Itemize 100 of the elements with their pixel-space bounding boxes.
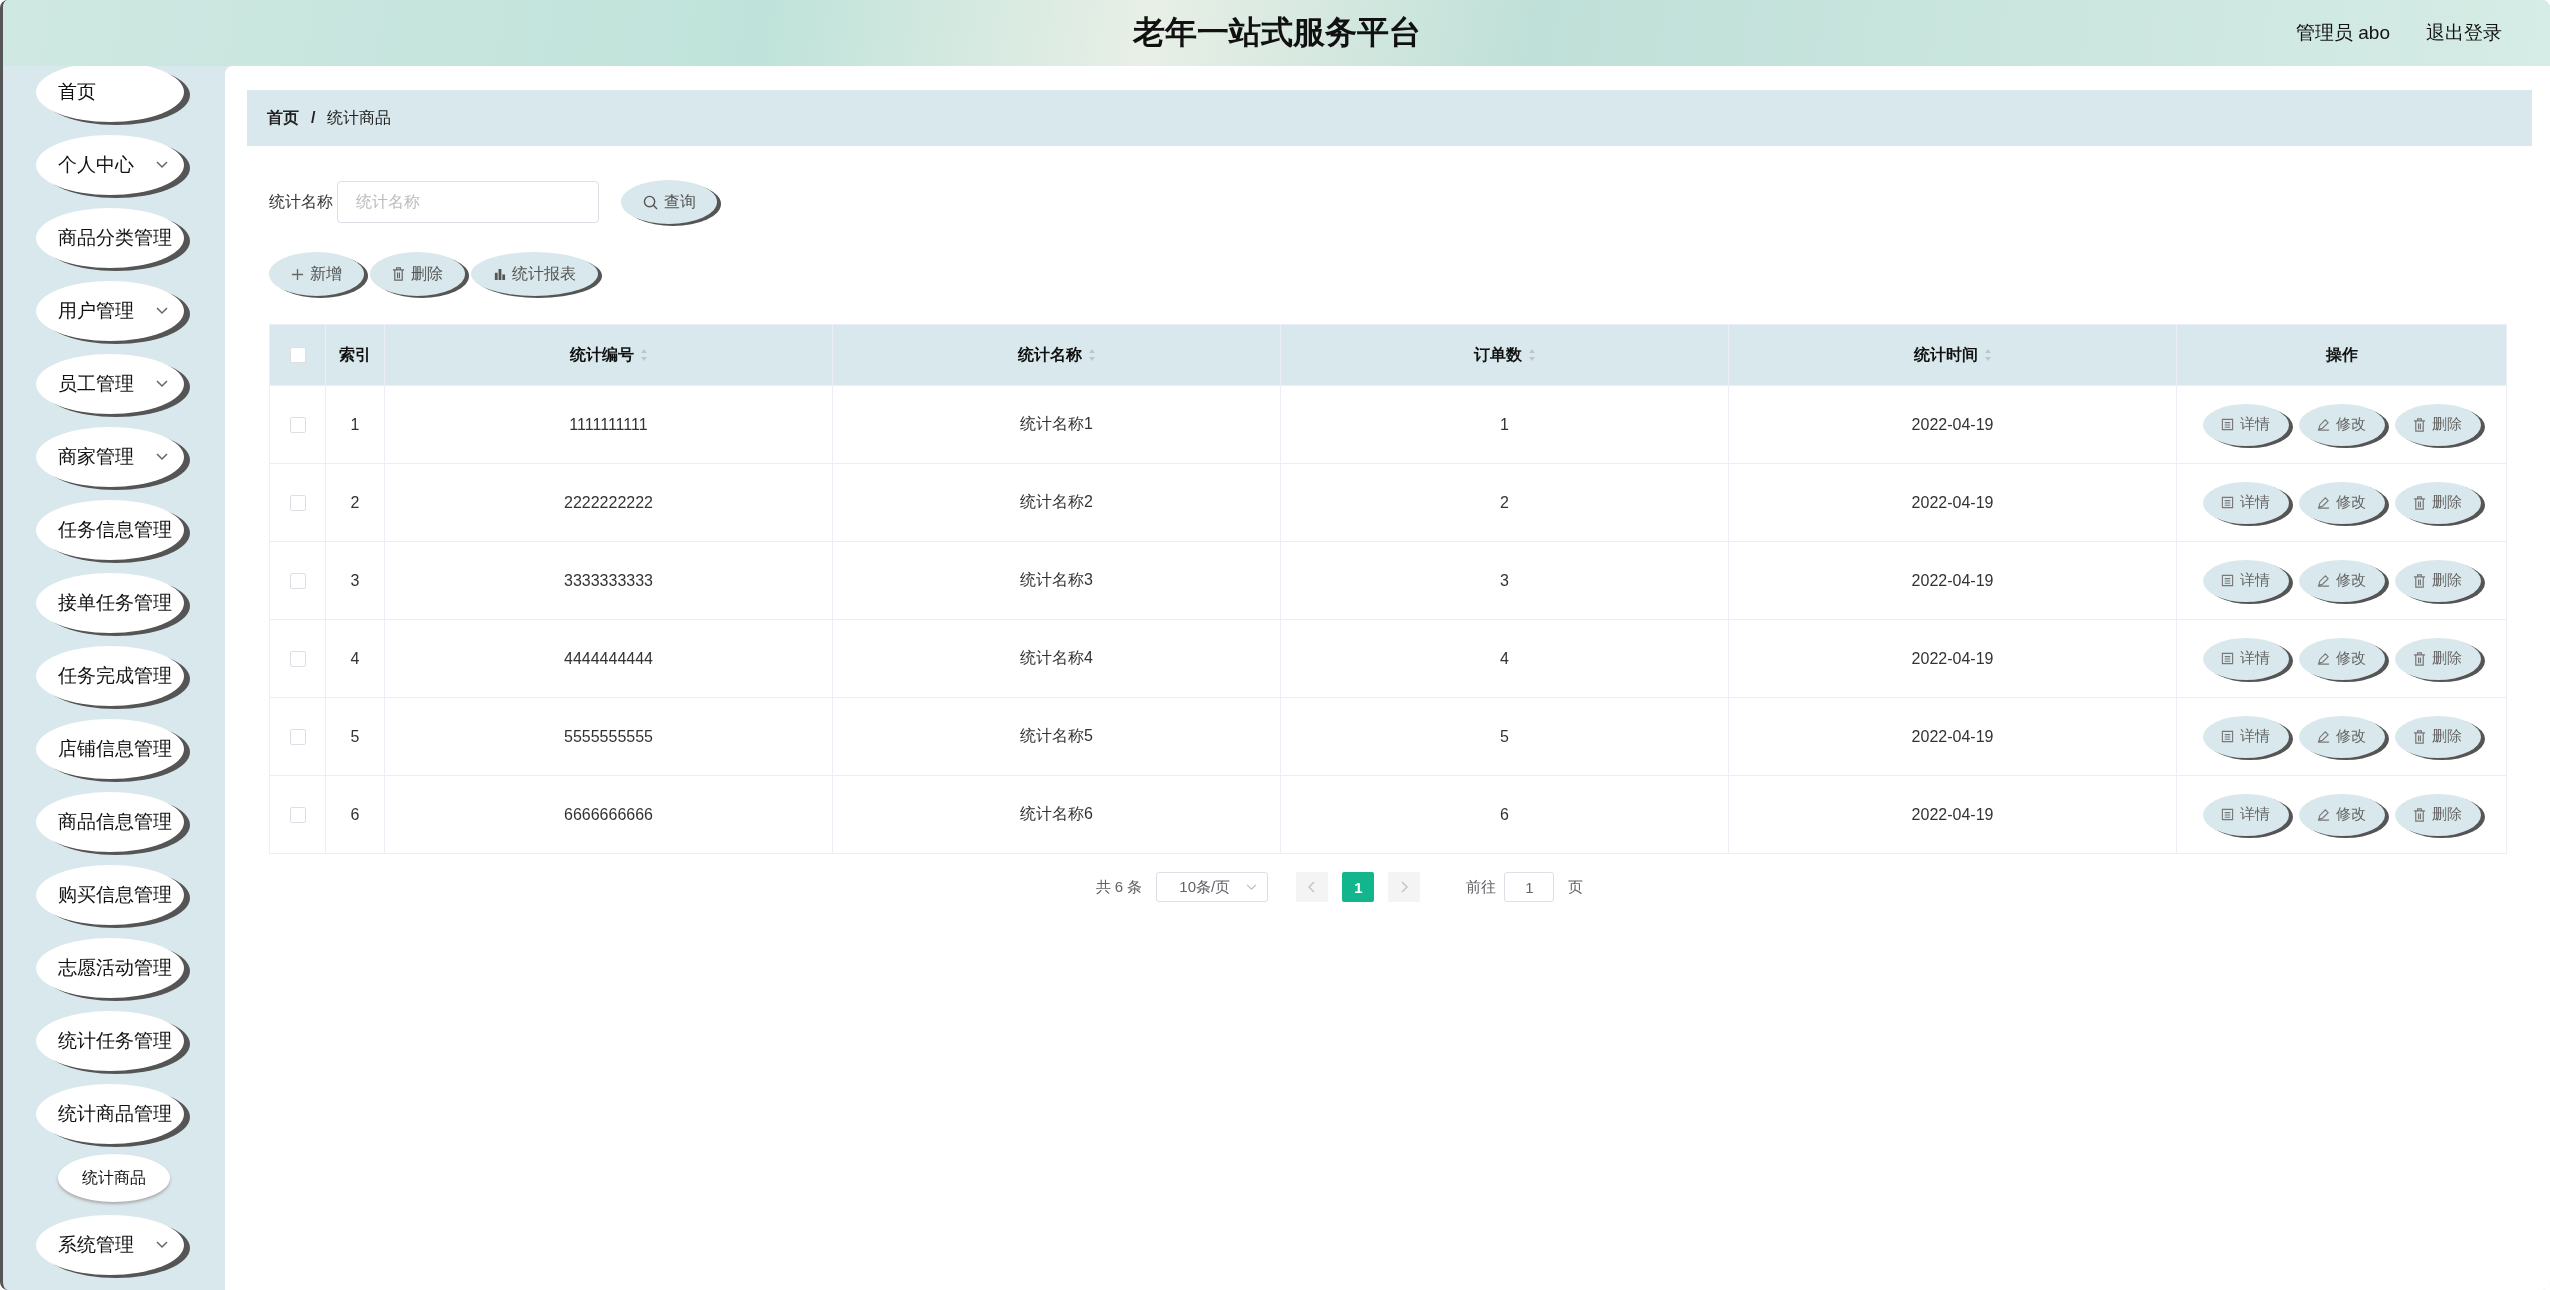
document-icon bbox=[2221, 418, 2234, 431]
detail-button[interactable]: 详情 bbox=[2202, 403, 2289, 446]
chevron-down-icon bbox=[156, 380, 168, 388]
previous-page-button[interactable] bbox=[1296, 872, 1329, 902]
detail-button[interactable]: 详情 bbox=[2202, 715, 2289, 758]
table-cell: 2022-04-19 bbox=[1911, 493, 1994, 512]
trash-icon bbox=[392, 267, 405, 281]
logout-link[interactable]: 退出登录 bbox=[2426, 20, 2502, 46]
row-checkbox[interactable] bbox=[289, 728, 306, 745]
detail-button[interactable]: 详情 bbox=[2202, 793, 2289, 836]
sort-icon[interactable] bbox=[1983, 348, 1992, 362]
breadcrumb-item: 统计商品 bbox=[327, 107, 392, 128]
table-cell: 5 bbox=[1500, 727, 1509, 746]
goto-page-field[interactable]: 1 bbox=[1504, 872, 1555, 902]
table-cell-text: 统计名称4 bbox=[1020, 648, 1093, 668]
edit-button[interactable]: 修改 bbox=[2298, 481, 2385, 524]
delete-button[interactable]: 删除 bbox=[2394, 481, 2481, 524]
delete-button[interactable]: 删除 bbox=[2394, 559, 2481, 602]
pencil-icon bbox=[2317, 418, 2330, 431]
table-cell: 5555555555 bbox=[564, 727, 653, 746]
edit-button[interactable]: 修改 bbox=[2298, 715, 2385, 758]
delete-button[interactable]: 删除 bbox=[2394, 637, 2481, 680]
document-icon bbox=[2221, 496, 2234, 509]
column-header: 索引 bbox=[339, 344, 371, 365]
table-cell-text: 统计名称2 bbox=[1020, 492, 1093, 512]
add-button[interactable]: 新增 bbox=[269, 252, 364, 296]
sort-icon[interactable] bbox=[639, 348, 648, 362]
column-header[interactable]: 统计编号 bbox=[569, 344, 634, 366]
edit-button[interactable]: 修改 bbox=[2298, 559, 2385, 602]
table-cell: 1 bbox=[350, 415, 360, 434]
search-button[interactable]: 查询 bbox=[621, 180, 717, 224]
delete-button[interactable]: 删除 bbox=[2394, 793, 2481, 836]
table-cell: 6 bbox=[350, 805, 360, 824]
edit-button[interactable]: 修改 bbox=[2298, 403, 2385, 446]
breadcrumb-item[interactable]: 首页 bbox=[267, 107, 299, 129]
column-header: 操作 bbox=[2325, 344, 2358, 365]
detail-button[interactable]: 详情 bbox=[2202, 637, 2289, 680]
table-cell: 2022-04-19 bbox=[1911, 727, 1994, 746]
table-cell: 1111111111 bbox=[569, 415, 648, 434]
trash-icon bbox=[2413, 417, 2426, 432]
row-checkbox[interactable] bbox=[289, 572, 306, 589]
page-size-select[interactable]: 10条/页 bbox=[1156, 872, 1269, 902]
trash-icon bbox=[2413, 651, 2426, 666]
column-header[interactable]: 统计名称 bbox=[1017, 344, 1082, 366]
goto-label: 前往 bbox=[1466, 877, 1497, 897]
report-button[interactable]: 统计报表 bbox=[471, 252, 598, 296]
chevron-down-icon bbox=[156, 161, 168, 169]
sort-icon[interactable] bbox=[1527, 348, 1536, 362]
table-cell: 2222222222 bbox=[564, 493, 653, 512]
chevron-down-icon bbox=[156, 1241, 168, 1249]
table-cell: 2022-04-19 bbox=[1911, 415, 1994, 434]
pencil-icon bbox=[2317, 574, 2330, 587]
document-icon bbox=[2221, 730, 2234, 743]
chevron-down-icon bbox=[1246, 883, 1258, 891]
plus-icon bbox=[291, 267, 304, 281]
column-header[interactable]: 订单数 bbox=[1473, 344, 1522, 366]
sort-icon[interactable] bbox=[1087, 348, 1096, 362]
next-page-button[interactable] bbox=[1388, 872, 1421, 902]
delete-button[interactable]: 删除 bbox=[2394, 715, 2481, 758]
row-checkbox[interactable] bbox=[289, 650, 306, 667]
table-cell: 1 bbox=[1500, 415, 1509, 434]
table-cell-text: 统计名称5 bbox=[1020, 726, 1093, 746]
sidebar-submenu-item[interactable]: 统计商品 bbox=[58, 1154, 170, 1202]
row-checkbox[interactable] bbox=[289, 494, 306, 511]
table-cell: 3 bbox=[350, 571, 360, 590]
trash-icon bbox=[2413, 573, 2426, 588]
total-count: 共 6 条 bbox=[1095, 877, 1143, 897]
table-cell: 2 bbox=[350, 493, 360, 512]
table-cell: 2022-04-19 bbox=[1911, 805, 1994, 824]
edit-button[interactable]: 修改 bbox=[2298, 637, 2385, 680]
detail-button[interactable]: 详情 bbox=[2202, 559, 2289, 602]
table-cell-text: 统计名称3 bbox=[1020, 570, 1093, 590]
table-cell: 2022-04-19 bbox=[1911, 571, 1994, 590]
select-all-checkbox[interactable] bbox=[289, 347, 306, 363]
document-icon bbox=[2221, 808, 2234, 821]
bar-chart-icon bbox=[493, 267, 506, 281]
pencil-icon bbox=[2317, 730, 2330, 743]
breadcrumb-separator: / bbox=[311, 109, 316, 127]
pencil-icon bbox=[2317, 496, 2330, 509]
delete-button[interactable]: 删除 bbox=[370, 252, 465, 296]
search-icon bbox=[642, 194, 658, 210]
row-checkbox[interactable] bbox=[289, 806, 306, 823]
table-cell: 6 bbox=[1500, 805, 1509, 824]
search-field[interactable]: 统计名称 bbox=[337, 181, 599, 223]
pencil-icon bbox=[2317, 652, 2330, 665]
table-cell: 4 bbox=[350, 649, 360, 668]
edit-button[interactable]: 修改 bbox=[2298, 793, 2385, 836]
row-checkbox[interactable] bbox=[289, 416, 306, 433]
table-cell: 2 bbox=[1500, 493, 1509, 512]
delete-button[interactable]: 删除 bbox=[2394, 403, 2481, 446]
table-cell: 3 bbox=[1500, 571, 1509, 590]
detail-button[interactable]: 详情 bbox=[2202, 481, 2289, 524]
column-header[interactable]: 统计时间 bbox=[1913, 344, 1978, 366]
admin-user-label: 管理员 abo bbox=[2296, 21, 2390, 45]
chevron-down-icon bbox=[156, 453, 168, 461]
table-cell-text: 统计名称6 bbox=[1020, 804, 1093, 824]
trash-icon bbox=[2413, 729, 2426, 744]
table-cell: 3333333333 bbox=[564, 571, 653, 590]
table-cell: 6666666666 bbox=[564, 805, 653, 824]
document-icon bbox=[2221, 574, 2234, 587]
